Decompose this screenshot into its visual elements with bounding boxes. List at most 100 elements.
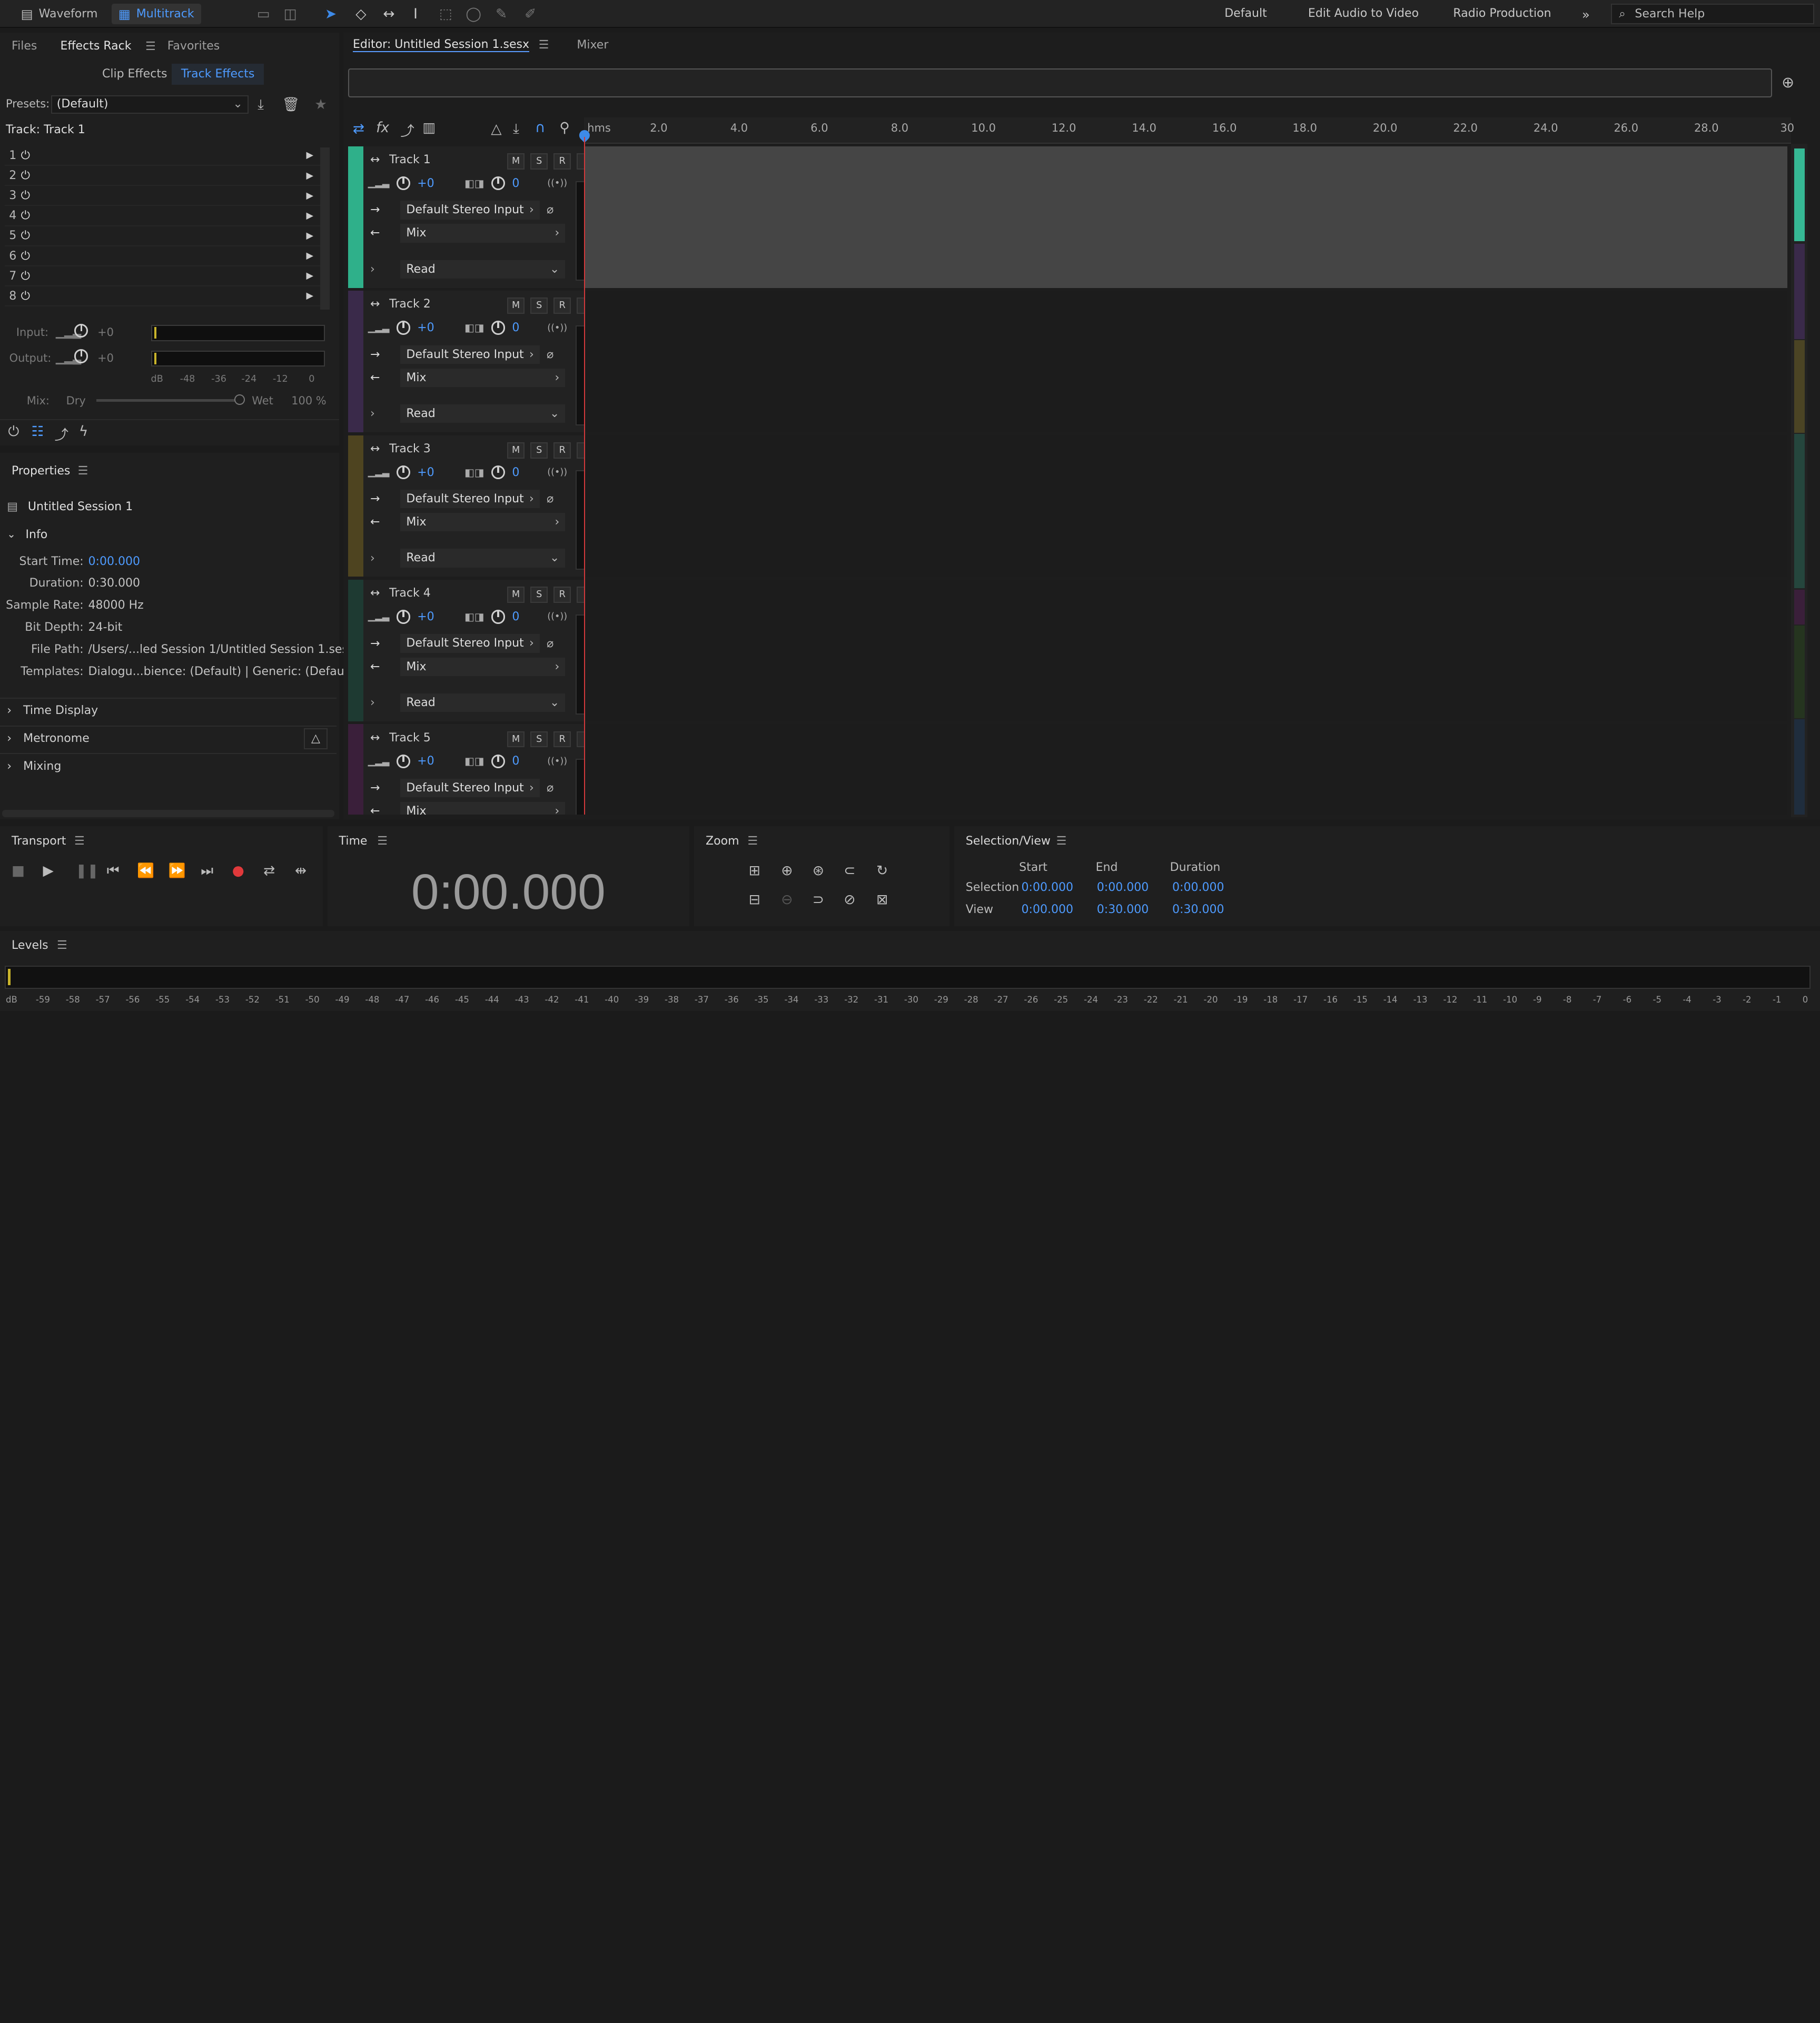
- track-color-segment[interactable]: [1794, 719, 1805, 815]
- tab-mixer[interactable]: Mixer: [577, 38, 608, 52]
- chevron-right-icon[interactable]: ›: [370, 407, 375, 420]
- effect-slot[interactable]: 4 ⏻ ▶: [4, 206, 325, 226]
- record-arm-button[interactable]: R: [553, 298, 571, 314]
- mute-button[interactable]: M: [507, 442, 525, 459]
- automation-mode-dropdown[interactable]: Read ⌄: [400, 260, 566, 279]
- zoom-out-full-icon[interactable]: ⊘: [844, 891, 855, 908]
- loop-icon[interactable]: ⇄: [353, 121, 364, 137]
- effect-slot[interactable]: 3 ⏻ ▶: [4, 186, 325, 206]
- track-lane[interactable]: [583, 579, 1788, 721]
- time-display[interactable]: 0:00.000: [328, 864, 690, 921]
- workspace-edit-audio-to-video[interactable]: Edit Audio to Video: [1308, 7, 1419, 20]
- pan-knob[interactable]: [491, 754, 506, 769]
- solo-button[interactable]: S: [530, 153, 548, 170]
- menu-icon[interactable]: ☰: [57, 939, 67, 952]
- effect-slot[interactable]: 7 ⏻ ▶: [4, 266, 325, 286]
- slip-tool-icon[interactable]: ↔: [380, 5, 398, 23]
- chevron-right-icon[interactable]: ▶: [306, 211, 314, 221]
- menu-icon[interactable]: ☰: [1056, 835, 1067, 848]
- record-arm-button[interactable]: R: [553, 153, 571, 170]
- solo-button[interactable]: S: [530, 587, 548, 603]
- lightning-icon[interactable]: ϟ: [79, 423, 88, 440]
- menu-icon[interactable]: ☰: [747, 835, 758, 848]
- track-lane[interactable]: [583, 291, 1788, 432]
- play-icon[interactable]: ▶: [43, 862, 54, 879]
- mute-button[interactable]: M: [507, 587, 525, 603]
- insert-effect-icon[interactable]: ⤴: [55, 423, 68, 444]
- track-name[interactable]: Track 5: [389, 731, 431, 745]
- track-color-segment[interactable]: [1794, 148, 1805, 242]
- metronome-section[interactable]: › Metronome △: [0, 725, 337, 751]
- automation-mode-dropdown[interactable]: Read ⌄: [400, 404, 566, 423]
- volume-knob[interactable]: [396, 176, 410, 191]
- zoom-navigator-icon[interactable]: ⊕: [1782, 73, 1794, 91]
- pan-knob[interactable]: [491, 465, 506, 480]
- chevron-right-icon[interactable]: ›: [370, 552, 375, 565]
- overview-scrollbar[interactable]: [348, 68, 1773, 98]
- selection-end[interactable]: 0:00.000: [1097, 881, 1149, 894]
- zoom-in-left-icon[interactable]: ⊂: [844, 862, 855, 879]
- zoom-in-time-icon[interactable]: ⊕: [781, 862, 793, 879]
- menu-icon[interactable]: ☰: [377, 835, 388, 848]
- menu-icon[interactable]: ☰: [78, 464, 88, 478]
- phase-invert-icon[interactable]: ⌀: [547, 348, 553, 361]
- mute-button[interactable]: M: [507, 731, 525, 748]
- track-lane[interactable]: [583, 724, 1788, 815]
- timeline-ruler[interactable]: hms: [583, 117, 1791, 144]
- track-color-segment[interactable]: [1794, 340, 1805, 433]
- power-icon[interactable]: ⏻: [21, 290, 37, 303]
- output-knob[interactable]: [74, 349, 88, 363]
- zoom-out-all-icon[interactable]: ⊠: [876, 891, 888, 908]
- marker-icon[interactable]: ⚲: [559, 120, 569, 136]
- export-icon[interactable]: ⤓: [513, 121, 519, 137]
- track-color-segment[interactable]: [1794, 625, 1805, 719]
- volume-value[interactable]: +0: [417, 610, 434, 623]
- selection-start[interactable]: 0:00.000: [1022, 881, 1074, 894]
- razor-tool-icon[interactable]: ◇: [352, 5, 370, 23]
- volume-knob[interactable]: [396, 465, 410, 480]
- fast-forward-icon[interactable]: ⏩: [169, 862, 186, 879]
- power-icon[interactable]: ⏻: [21, 229, 37, 242]
- fx-icon[interactable]: fx: [376, 120, 389, 136]
- favorite-star-icon[interactable]: ★: [314, 96, 327, 113]
- presets-dropdown[interactable]: (Default) ⌄: [51, 95, 249, 114]
- pan-knob[interactable]: [491, 321, 506, 335]
- solo-button[interactable]: S: [530, 298, 548, 314]
- pan-value[interactable]: 0: [512, 610, 519, 623]
- mute-button[interactable]: M: [507, 298, 525, 314]
- track-name[interactable]: Track 4: [389, 587, 431, 600]
- solo-button[interactable]: S: [530, 731, 548, 748]
- zoom-out-time-icon[interactable]: ⊖: [781, 891, 793, 908]
- mixing-section[interactable]: › Mixing: [0, 753, 337, 778]
- pan-value[interactable]: 0: [512, 466, 519, 479]
- time-display-section[interactable]: › Time Display: [0, 697, 337, 723]
- selection-duration[interactable]: 0:00.000: [1172, 881, 1224, 894]
- pan-knob[interactable]: [491, 610, 506, 624]
- spot-healing-tool-icon[interactable]: ✐: [521, 5, 540, 23]
- power-icon[interactable]: ⏻: [21, 209, 37, 222]
- chevron-right-icon[interactable]: ▶: [306, 171, 314, 181]
- properties-scrollbar[interactable]: [2, 810, 334, 817]
- power-icon[interactable]: ⏻: [21, 270, 37, 283]
- save-preset-icon[interactable]: ⤓: [258, 96, 264, 113]
- volume-knob[interactable]: [396, 610, 410, 624]
- chevron-right-icon[interactable]: ▶: [306, 251, 314, 261]
- automation-mode-dropdown[interactable]: Read ⌄: [400, 549, 566, 568]
- record-arm-button[interactable]: R: [553, 731, 571, 748]
- automation-mode-dropdown[interactable]: Read ⌄: [400, 693, 566, 712]
- skip-back-icon[interactable]: ⏮: [107, 862, 120, 879]
- track-output-dropdown[interactable]: Mix ›: [400, 224, 566, 243]
- track-name[interactable]: Track 3: [389, 442, 431, 455]
- chevron-right-icon[interactable]: ›: [370, 263, 375, 276]
- send-icon[interactable]: ⤴: [400, 120, 414, 140]
- power-icon[interactable]: ⏻: [21, 189, 37, 202]
- track-output-dropdown[interactable]: Mix ›: [400, 801, 566, 815]
- effect-slot[interactable]: 1 ⏻ ▶: [4, 146, 325, 166]
- chevron-right-icon[interactable]: ▶: [306, 191, 314, 201]
- track-name[interactable]: Track 2: [389, 298, 431, 311]
- tab-track-effects[interactable]: Track Effects: [172, 64, 264, 85]
- pan-value[interactable]: 0: [512, 321, 519, 334]
- skip-silence-icon[interactable]: ⇹: [295, 862, 306, 879]
- list-icon[interactable]: ☷: [32, 423, 44, 440]
- track-output-dropdown[interactable]: Mix ›: [400, 368, 566, 387]
